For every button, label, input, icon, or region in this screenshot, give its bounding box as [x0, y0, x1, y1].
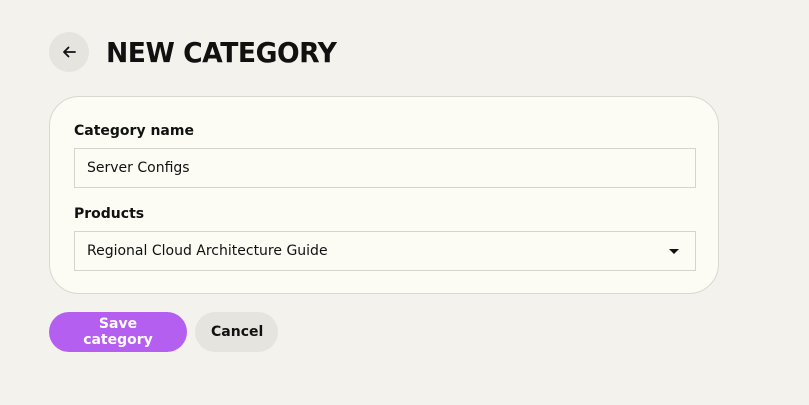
category-name-label: Category name — [74, 123, 194, 139]
category-name-input[interactable] — [74, 148, 696, 188]
caret-down-icon — [669, 248, 679, 254]
products-label: Products — [74, 206, 145, 222]
back-button[interactable] — [49, 32, 89, 72]
category-form-card: Category name Products Regional Cloud Ar… — [49, 96, 719, 294]
save-category-button[interactable]: Save category — [49, 312, 187, 352]
products-selected-value: Regional Cloud Architecture Guide — [87, 243, 328, 259]
cancel-button[interactable]: Cancel — [195, 312, 278, 352]
products-select[interactable]: Regional Cloud Architecture Guide — [74, 231, 696, 271]
page-header: NEW CATEGORY — [49, 32, 349, 72]
arrow-left-icon — [62, 45, 76, 59]
new-category-page: NEW CATEGORY Category name Products Regi… — [0, 0, 809, 405]
form-actions: Save category Cancel — [49, 312, 278, 352]
page-title: NEW CATEGORY — [106, 35, 337, 69]
